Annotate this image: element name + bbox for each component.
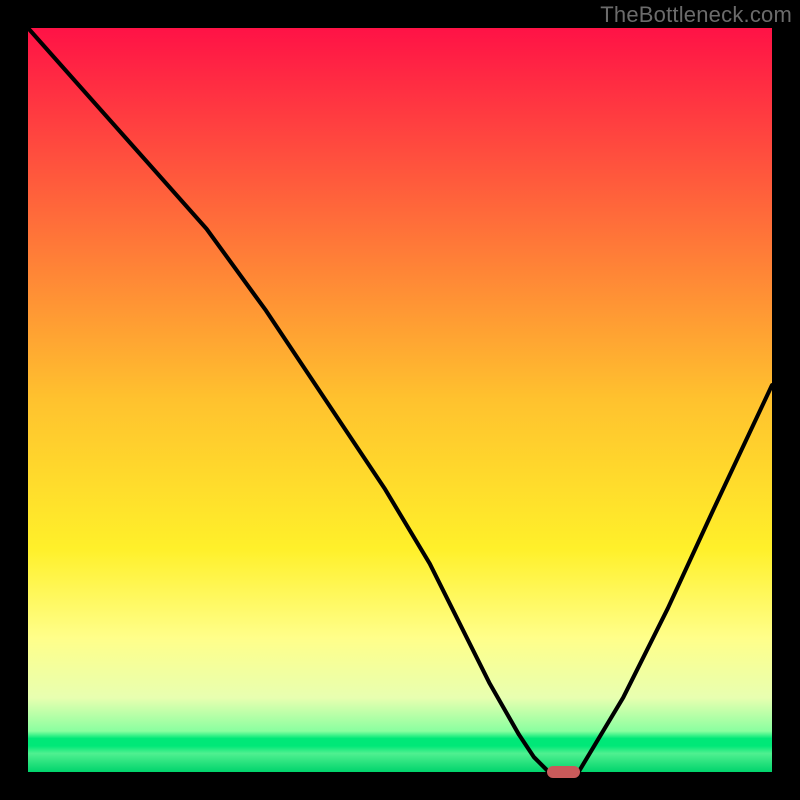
bottleneck-curve [28, 28, 772, 772]
attribution-text: TheBottleneck.com [600, 2, 792, 28]
curve-path [28, 28, 772, 772]
plot-area [28, 28, 772, 772]
chart-frame: TheBottleneck.com [0, 0, 800, 800]
optimal-point-marker [547, 766, 580, 778]
